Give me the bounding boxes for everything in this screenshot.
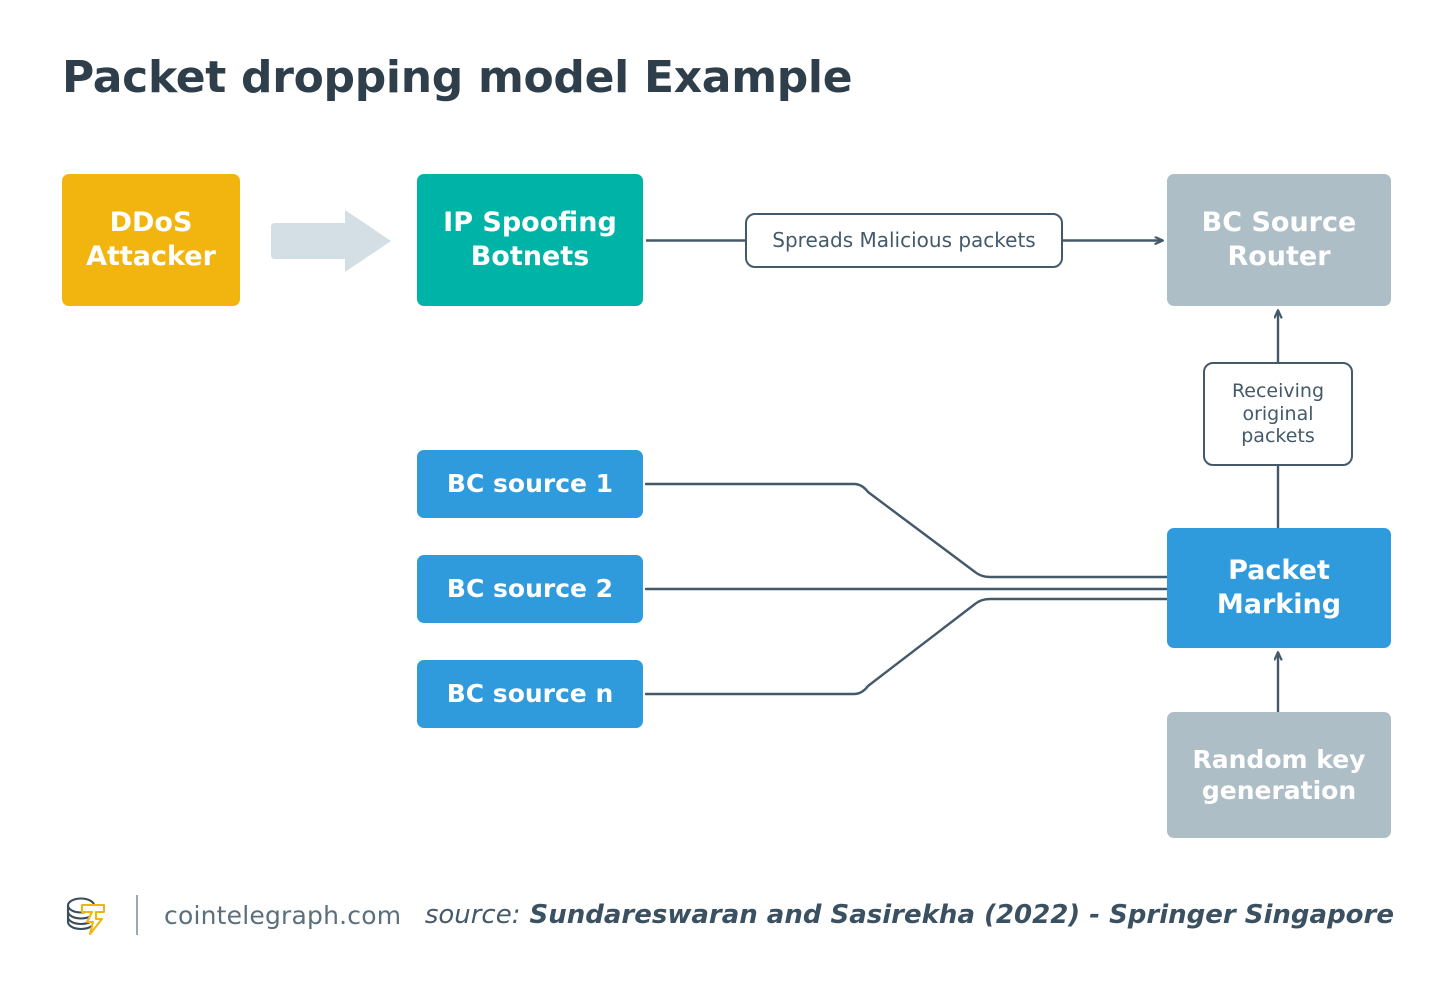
flow-diagram: DDoS Attacker IP Spoofing Botnets BC Sou… — [0, 0, 1450, 1002]
node-bc-source-2[interactable]: BC source 2 — [417, 555, 643, 623]
node-packet-marking-label: Packet Marking — [1217, 554, 1341, 622]
node-bc-source-router-label: BC Source Router — [1202, 206, 1357, 274]
node-packet-marking[interactable]: Packet Marking — [1167, 528, 1391, 648]
edge-label-receiving-text: Receiving original packets — [1232, 380, 1324, 447]
edge-label-spreads-text: Spreads Malicious packets — [772, 227, 1036, 252]
footer-divider — [136, 895, 138, 935]
footer-brand: cointelegraph.com — [62, 880, 401, 950]
node-label-line1: IP Spoofing — [443, 207, 617, 239]
node-ddos-attacker-label: DDoS Attacker — [86, 206, 216, 274]
footer-source: source: Sundareswaran and Sasirekha (202… — [425, 880, 1394, 950]
node-label-line1: Packet — [1228, 555, 1330, 587]
edge-label-line1: Receiving — [1231, 380, 1325, 403]
edge-label-receiving-original-packets: Receiving original packets — [1203, 362, 1353, 466]
node-bc-source-1-label: BC source 1 — [446, 469, 614, 499]
edge-label-line2: original — [1242, 402, 1314, 425]
node-label-line1: DDoS — [109, 207, 193, 239]
node-bc-source-n[interactable]: BC source n — [417, 660, 643, 728]
edge-label-spreads-malicious-packets: Spreads Malicious packets — [745, 213, 1063, 268]
node-label-line1: Random key — [1192, 744, 1366, 774]
edge-srcn-to-marking — [644, 597, 1169, 696]
footer-site-label: cointelegraph.com — [164, 900, 402, 930]
source-citation: Sundareswaran and Sasirekha (2022) - Spr… — [529, 900, 1394, 930]
edge-label-line3: packets — [1241, 425, 1315, 448]
cointelegraph-logo-icon — [66, 897, 106, 936]
node-label-line2: Attacker — [86, 241, 216, 272]
node-bc-source-1[interactable]: BC source 1 — [417, 450, 643, 518]
edge-src1-to-marking — [644, 482, 1169, 579]
node-label-line2: generation — [1201, 776, 1357, 805]
node-label-line2: Botnets — [470, 241, 590, 272]
node-bc-source-2-label: BC source 2 — [446, 574, 614, 604]
diagram-connectors — [644, 0, 1450, 712]
block-arrow-icon — [271, 210, 391, 272]
node-label-line2: Marking — [1216, 589, 1342, 620]
footer: cointelegraph.com source: Sundareswaran … — [0, 880, 1450, 970]
node-label-line2: Router — [1227, 241, 1331, 272]
node-ddos-attacker[interactable]: DDoS Attacker — [62, 174, 240, 306]
node-random-key-generation-label: Random key generation — [1193, 744, 1366, 807]
node-label-line1: BC Source — [1201, 207, 1357, 239]
node-ip-spoofing-botnets[interactable]: IP Spoofing Botnets — [417, 174, 643, 306]
node-bc-source-n-label: BC source n — [446, 679, 614, 709]
node-random-key-generation[interactable]: Random key generation — [1167, 712, 1391, 838]
source-label: source: — [424, 900, 521, 930]
node-ip-spoofing-botnets-label: IP Spoofing Botnets — [443, 206, 617, 274]
node-bc-source-router[interactable]: BC Source Router — [1167, 174, 1391, 306]
